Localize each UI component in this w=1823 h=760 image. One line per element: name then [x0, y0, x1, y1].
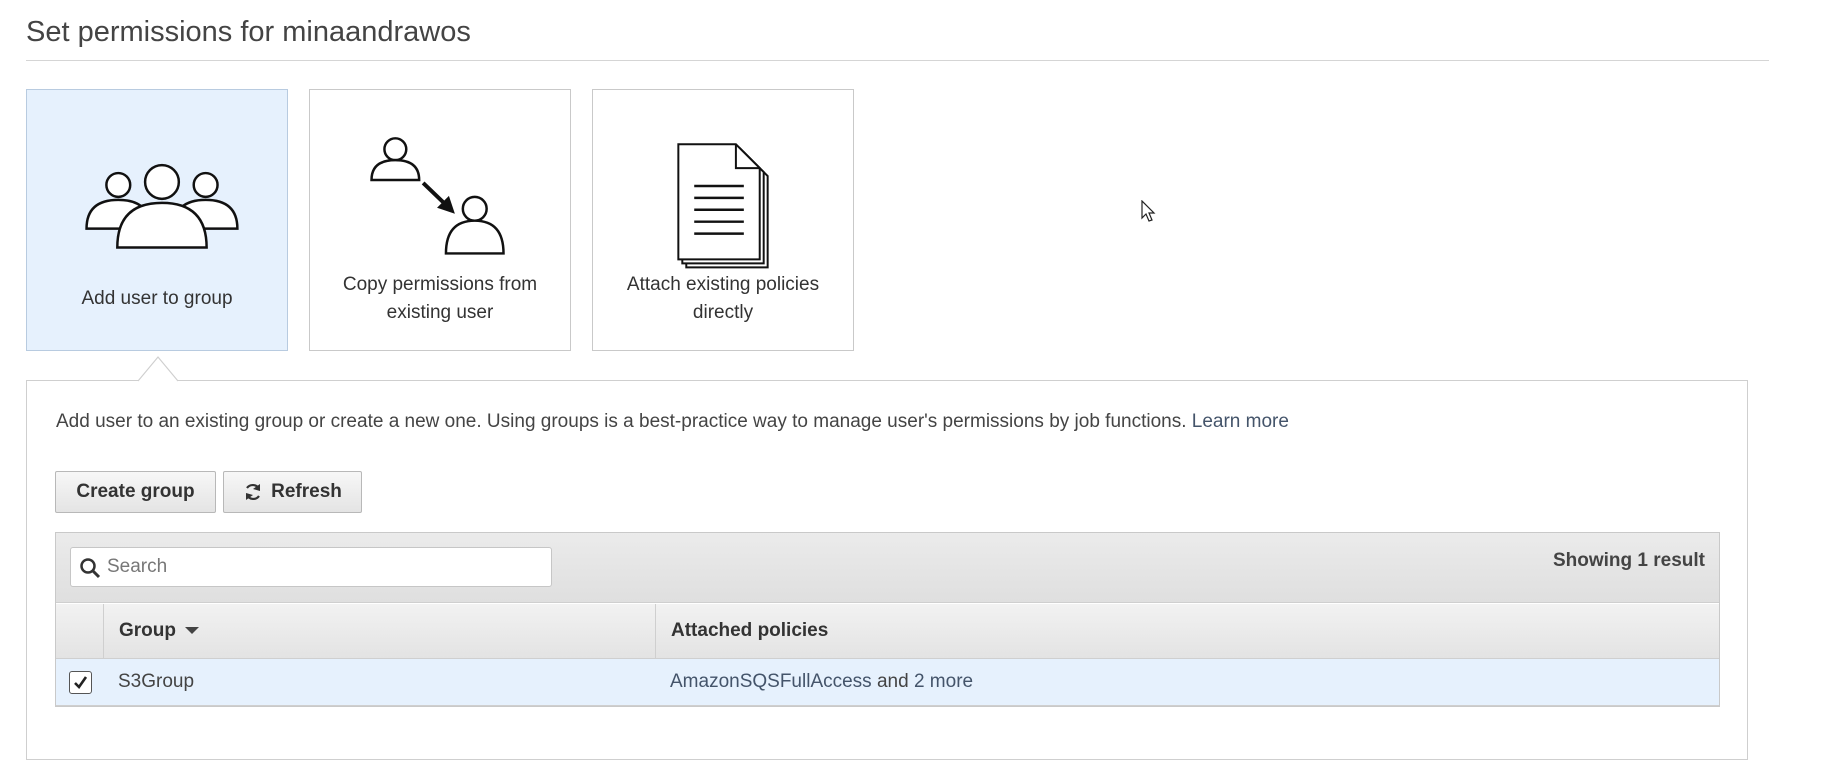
group-column-text: Group: [119, 620, 176, 641]
and-text: and: [876, 671, 909, 692]
copy-permissions-option[interactable]: Copy permissions from existing user: [309, 89, 571, 351]
add-to-group-panel: Add user to an existing group or create …: [26, 380, 1748, 760]
attach-policies-label: Attach existing policies directly: [626, 274, 820, 323]
select-column-header: [56, 604, 104, 658]
add-user-to-group-label: Add user to group: [81, 288, 233, 309]
group-users-icon: [85, 163, 239, 249]
create-group-button[interactable]: Create group: [55, 471, 216, 513]
panel-description: Add user to an existing group or create …: [56, 411, 1289, 433]
search-box[interactable]: [70, 547, 552, 587]
copy-user-permissions-icon: [370, 137, 505, 255]
attached-policies-column-header: Attached policies: [656, 604, 1719, 658]
mouse-cursor-icon: [1141, 200, 1156, 222]
table-row[interactable]: S3Group AmazonSQSFullAccess and 2 more: [56, 659, 1719, 706]
attached-policies-column-label: Attached policies: [671, 620, 829, 641]
table-toolbar: Showing 1 result: [56, 533, 1719, 603]
more-policies-link[interactable]: 2 more: [914, 671, 973, 692]
group-column-header[interactable]: Group: [104, 604, 656, 658]
row-checkbox[interactable]: [69, 671, 92, 694]
table-header: Group Attached policies: [56, 604, 1719, 659]
copy-permissions-label: Copy permissions from existing user: [342, 274, 538, 323]
learn-more-link[interactable]: Learn more: [1192, 411, 1289, 432]
policy-link[interactable]: AmazonSQSFullAccess: [670, 671, 872, 692]
title-divider: [26, 60, 1769, 61]
refresh-label: Refresh: [271, 481, 342, 502]
attached-policies-cell: AmazonSQSFullAccess and 2 more: [670, 671, 973, 693]
groups-table: Showing 1 result Group Attached policies…: [55, 532, 1720, 707]
policy-document-icon: [677, 143, 769, 269]
add-user-to-group-option[interactable]: Add user to group: [26, 89, 288, 351]
create-group-label: Create group: [76, 481, 195, 502]
group-column-label[interactable]: Group: [119, 620, 199, 642]
search-icon: [80, 558, 101, 579]
panel-description-text: Add user to an existing group or create …: [56, 411, 1187, 432]
result-count: Showing 1 result: [1552, 550, 1705, 571]
attach-policies-option[interactable]: Attach existing policies directly: [592, 89, 854, 351]
sort-down-icon: [185, 627, 199, 635]
group-name-cell: S3Group: [118, 671, 195, 692]
checkmark-icon: [74, 676, 88, 690]
panel-pointer-arrow: [138, 356, 178, 382]
refresh-button[interactable]: Refresh: [223, 471, 362, 513]
refresh-icon: [246, 483, 261, 501]
page-title: Set permissions for minaandrawos: [26, 16, 471, 48]
search-input[interactable]: [105, 548, 545, 586]
